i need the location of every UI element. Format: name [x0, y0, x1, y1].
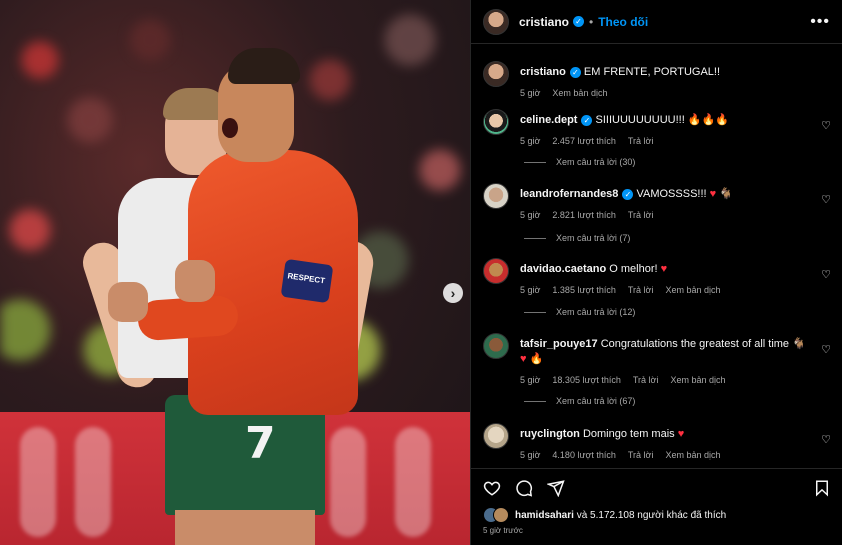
author-username[interactable]: cristiano — [519, 15, 569, 29]
caption-text: EM FRENTE, PORTUGAL!! — [583, 66, 721, 78]
comment-likes[interactable]: 18.305 lượt thích — [552, 373, 620, 388]
heart-icon[interactable]: ♡ — [821, 433, 831, 446]
author-username[interactable]: cristiano — [520, 66, 566, 78]
reply-button[interactable]: Trả lời — [628, 283, 654, 298]
caption-time: 5 giờ — [520, 88, 541, 98]
reply-button[interactable]: Trả lời — [628, 448, 654, 463]
player-mouth — [222, 118, 238, 138]
comment-likes[interactable]: 2.821 lượt thích — [552, 208, 615, 223]
reply-button[interactable]: Trả lời — [633, 373, 659, 388]
comment-time: 5 giờ — [520, 285, 541, 295]
share-icon[interactable] — [547, 479, 565, 497]
comment-text: Domingo tem mais ♥ — [582, 428, 685, 440]
more-options-icon[interactable]: ••• — [810, 13, 830, 31]
comment-username[interactable]: leandrofernandes8 — [520, 188, 618, 200]
post-sidebar: cristiano ✓ • Theo dõi ••• cristiano ✓ EM… — [470, 0, 842, 545]
comment-text: VAMOSSSS!!! ♥ 🐐 — [636, 188, 733, 200]
avatar[interactable] — [483, 109, 509, 135]
reply-button[interactable]: Trả lời — [628, 134, 654, 149]
heart-icon[interactable]: ♡ — [821, 119, 831, 132]
separator-dot: • — [589, 14, 594, 29]
liked-by-username[interactable]: hamidsahari — [515, 510, 574, 521]
comment-time: 5 giờ — [520, 136, 541, 146]
liker-avatars[interactable] — [483, 507, 511, 523]
view-replies-button[interactable]: Xem câu trả lời (30) — [524, 157, 635, 167]
comment-username[interactable]: tafsir_pouye17 — [520, 338, 598, 350]
avatar[interactable] — [483, 423, 509, 449]
verified-badge-icon: ✓ — [573, 16, 585, 27]
reply-button[interactable]: Trả lời — [628, 208, 654, 223]
bookmark-icon[interactable] — [813, 479, 831, 497]
heart-icon[interactable]: ♡ — [821, 268, 831, 281]
post-photo: RESPECT 7 › — [0, 0, 470, 545]
liked-by-count[interactable]: và 5.172.108 người khác đã thích — [577, 510, 726, 521]
comment-likes[interactable]: 2.457 lượt thích — [552, 134, 615, 149]
avatar[interactable] — [483, 61, 509, 87]
translate-button[interactable]: Xem bản dịch — [670, 373, 725, 388]
heart-icon[interactable]: ♡ — [821, 193, 831, 206]
avatar[interactable] — [483, 8, 509, 35]
comments-list: cristiano ✓ EM FRENTE, PORTUGAL!! 5 giờ X… — [471, 45, 842, 467]
comment-username[interactable]: davidao.caetano — [520, 263, 606, 275]
comment-username[interactable]: celine.dept — [520, 114, 577, 126]
avatar[interactable] — [483, 333, 509, 359]
view-replies-button[interactable]: Xem câu trả lời (7) — [524, 233, 630, 243]
comment-icon[interactable] — [515, 479, 533, 497]
shorts-number: 7 — [245, 418, 276, 469]
action-icons — [471, 469, 842, 497]
comment-time: 5 giờ — [520, 375, 541, 385]
post-actions: hamidsahari và 5.172.108 người khác đã t… — [471, 468, 842, 545]
captain-armband: RESPECT — [280, 258, 334, 304]
player-hair — [228, 48, 300, 84]
comment-time: 5 giờ — [520, 450, 541, 460]
translate-button[interactable]: Xem bản dịch — [665, 283, 720, 298]
comment-username[interactable]: ruyclington — [520, 428, 580, 440]
view-replies-button[interactable]: Xem câu trả lời (12) — [524, 307, 635, 317]
player-legs — [175, 510, 315, 545]
comment-text: SIIIUUUUUUUU!!! 🔥🔥🔥 — [595, 114, 729, 126]
translate-button[interactable]: Xem bản dịch — [552, 86, 607, 101]
follow-button[interactable]: Theo dõi — [598, 15, 648, 29]
view-replies-button[interactable]: Xem câu trả lời (67) — [524, 396, 635, 406]
post-header: cristiano ✓ • Theo dõi ••• — [471, 0, 842, 44]
verified-badge-icon: ✓ — [581, 114, 593, 126]
avatar[interactable] — [483, 258, 509, 284]
comment-likes[interactable]: 4.180 lượt thích — [552, 448, 615, 463]
heart-icon[interactable]: ♡ — [821, 343, 831, 356]
heart-icon[interactable] — [483, 479, 501, 497]
comment-text: O melhor! ♥ — [609, 263, 668, 275]
armband-text: RESPECT — [286, 271, 326, 286]
comment-time: 5 giờ — [520, 210, 541, 220]
post-timestamp: 5 giờ trước — [483, 526, 523, 535]
player-fist — [175, 260, 215, 302]
player-fist — [108, 282, 148, 322]
likes-summary: hamidsahari và 5.172.108 người khác đã t… — [471, 497, 842, 523]
avatar[interactable] — [483, 183, 509, 209]
translate-button[interactable]: Xem bản dịch — [665, 448, 720, 463]
verified-badge-icon: ✓ — [569, 66, 581, 78]
chevron-right-icon[interactable]: › — [443, 283, 463, 303]
comment-likes[interactable]: 1.385 lượt thích — [552, 283, 615, 298]
verified-badge-icon: ✓ — [622, 188, 634, 200]
